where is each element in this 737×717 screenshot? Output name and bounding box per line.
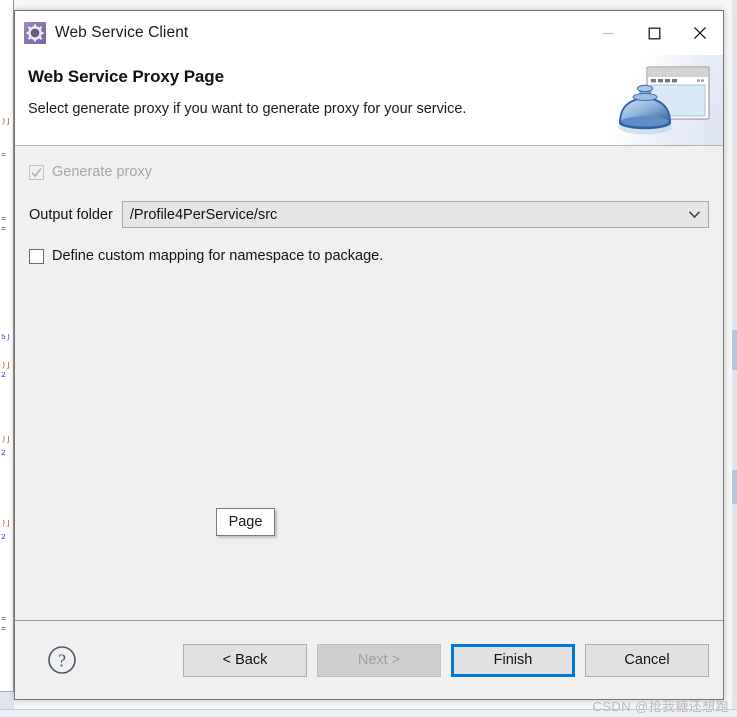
background-code-line: )] xyxy=(1,436,11,443)
generate-proxy-checkbox[interactable] xyxy=(29,164,44,180)
window-controls xyxy=(585,11,723,55)
background-code-line: = xyxy=(1,216,6,223)
title-bar[interactable]: Web Service Client xyxy=(15,11,723,55)
output-folder-label: Output folder xyxy=(29,206,113,223)
web-service-client-dialog: Web Service Client Web Service Proxy Pag… xyxy=(14,10,724,700)
background-editor-column: )] = = = 5) )] 2 )] 2 )] 2 = = xyxy=(0,0,14,717)
background-code-line: = xyxy=(1,152,6,159)
gear-icon xyxy=(24,22,46,44)
cancel-button[interactable]: Cancel xyxy=(585,643,709,677)
gear-icon-glyph xyxy=(26,24,44,42)
minimize-icon[interactable] xyxy=(585,11,631,55)
dialog-footer: ? < Back Next > Finish Cancel xyxy=(15,621,723,699)
background-code-line: = xyxy=(1,616,6,623)
chevron-down-icon[interactable] xyxy=(680,202,708,227)
background-code-line: )] xyxy=(1,118,11,125)
finish-button[interactable]: Finish xyxy=(451,643,575,677)
back-button[interactable]: < Back xyxy=(183,643,307,677)
output-folder-value: /Profile4PerService/src xyxy=(129,206,278,223)
banner-illustration xyxy=(618,66,710,135)
svg-text:?: ? xyxy=(58,651,66,671)
background-code-line: 2 xyxy=(1,534,6,541)
custom-mapping-label: Define custom mapping for namespace to p… xyxy=(52,248,384,264)
page-drag-chip[interactable]: Page xyxy=(216,508,275,536)
output-folder-combo[interactable]: /Profile4PerService/src xyxy=(121,201,709,228)
window-title: Web Service Client xyxy=(55,24,189,41)
background-code-line: 2 xyxy=(1,450,6,457)
custom-mapping-checkbox[interactable] xyxy=(29,248,44,264)
watermark: CSDN @抢我糖还想跑 xyxy=(592,699,729,714)
background-code-line: 2 xyxy=(1,372,6,379)
background-code-line: )] xyxy=(1,362,11,369)
background-code-line: = xyxy=(1,626,6,633)
dialog-body: Generate proxy Output folder /Profile4Pe… xyxy=(15,146,723,621)
background-scroll-marker xyxy=(732,330,737,370)
maximize-icon[interactable] xyxy=(631,11,677,55)
background-code-line: = xyxy=(1,226,6,233)
generate-proxy-row[interactable]: Generate proxy xyxy=(29,164,709,180)
help-question-icon[interactable]: ? xyxy=(47,645,77,675)
footer-button-group: < Back Next > Finish Cancel xyxy=(183,643,709,677)
next-button[interactable]: Next > xyxy=(317,643,441,677)
generate-proxy-label: Generate proxy xyxy=(52,164,152,180)
background-code-line: )] xyxy=(1,520,11,527)
background-scroll-marker xyxy=(732,470,737,504)
custom-mapping-row[interactable]: Define custom mapping for namespace to p… xyxy=(29,248,709,264)
dialog-header: Web Service Proxy Page Select generate p… xyxy=(15,55,723,146)
background-code-line: 5) xyxy=(1,334,11,341)
output-folder-row: Output folder /Profile4PerService/src xyxy=(29,201,709,228)
close-icon[interactable] xyxy=(677,11,723,55)
checkmark-icon xyxy=(31,167,42,177)
web-service-banner-icon xyxy=(601,55,723,145)
